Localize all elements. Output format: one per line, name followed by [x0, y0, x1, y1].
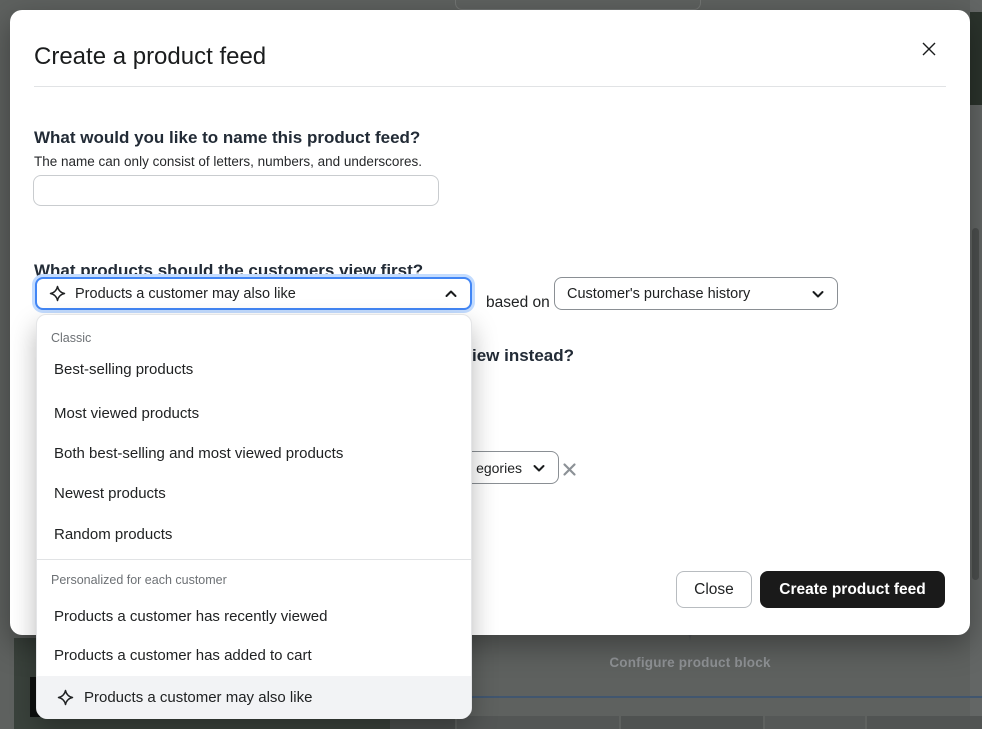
background-dark-block	[970, 12, 982, 105]
option-best-selling[interactable]: Best-selling products	[37, 349, 471, 389]
selected-option-label: Products a customer may also like	[84, 689, 312, 706]
group-divider	[37, 559, 471, 560]
name-question: What would you like to name this product…	[34, 127, 420, 149]
feed-name-input[interactable]	[33, 175, 439, 206]
x-icon	[562, 462, 577, 477]
option-newest[interactable]: Newest products	[37, 473, 471, 513]
option-most-viewed[interactable]: Most viewed products	[37, 393, 471, 433]
categories-select-value: egories	[476, 460, 522, 476]
screen: Configure product block Create a product…	[0, 0, 982, 729]
background-searchbar-outline	[455, 0, 701, 10]
based-on-select-value: Customer's purchase history	[567, 286, 750, 302]
chevron-down-icon	[531, 460, 547, 476]
close-icon	[920, 40, 938, 58]
option-may-also-like-selected[interactable]: Products a customer may also like	[37, 676, 471, 719]
option-recently-viewed[interactable]: Products a customer has recently viewed	[37, 596, 471, 636]
sparkle-icon	[57, 689, 74, 706]
chevron-down-icon	[810, 286, 826, 302]
close-button[interactable]: Close	[676, 571, 752, 608]
background-footer-block	[765, 716, 865, 729]
close-modal-button[interactable]	[915, 35, 943, 63]
modal-title: Create a product feed	[34, 43, 266, 71]
group-label-classic: Classic	[51, 328, 91, 348]
based-on-label: based on	[486, 292, 550, 314]
feed-type-select[interactable]: Products a customer may also like	[35, 277, 472, 310]
configure-product-block-label: Configure product block	[590, 655, 790, 670]
title-divider	[34, 86, 946, 87]
remove-category-button[interactable]	[559, 459, 579, 479]
scrollbar[interactable]	[972, 228, 979, 580]
background-footer-block	[457, 716, 619, 729]
feed-type-select-value: Products a customer may also like	[75, 286, 296, 302]
name-hint: The name can only consist of letters, nu…	[34, 152, 422, 170]
option-both-best-and-viewed[interactable]: Both best-selling and most viewed produc…	[37, 433, 471, 473]
second-question-fragment: iew instead?	[472, 345, 574, 367]
chevron-up-icon	[443, 286, 459, 302]
background-divider-line	[420, 696, 982, 698]
background-footer-block	[867, 716, 982, 729]
background-footer-block	[621, 716, 763, 729]
option-added-to-cart[interactable]: Products a customer has added to cart	[37, 635, 471, 675]
create-product-feed-button[interactable]: Create product feed	[760, 571, 945, 608]
sparkle-icon	[49, 285, 66, 302]
group-label-personalized: Personalized for each customer	[51, 570, 227, 590]
based-on-select[interactable]: Customer's purchase history	[554, 277, 838, 310]
feed-type-dropdown: Classic Best-selling products Most viewe…	[36, 314, 472, 718]
option-random[interactable]: Random products	[37, 514, 471, 554]
